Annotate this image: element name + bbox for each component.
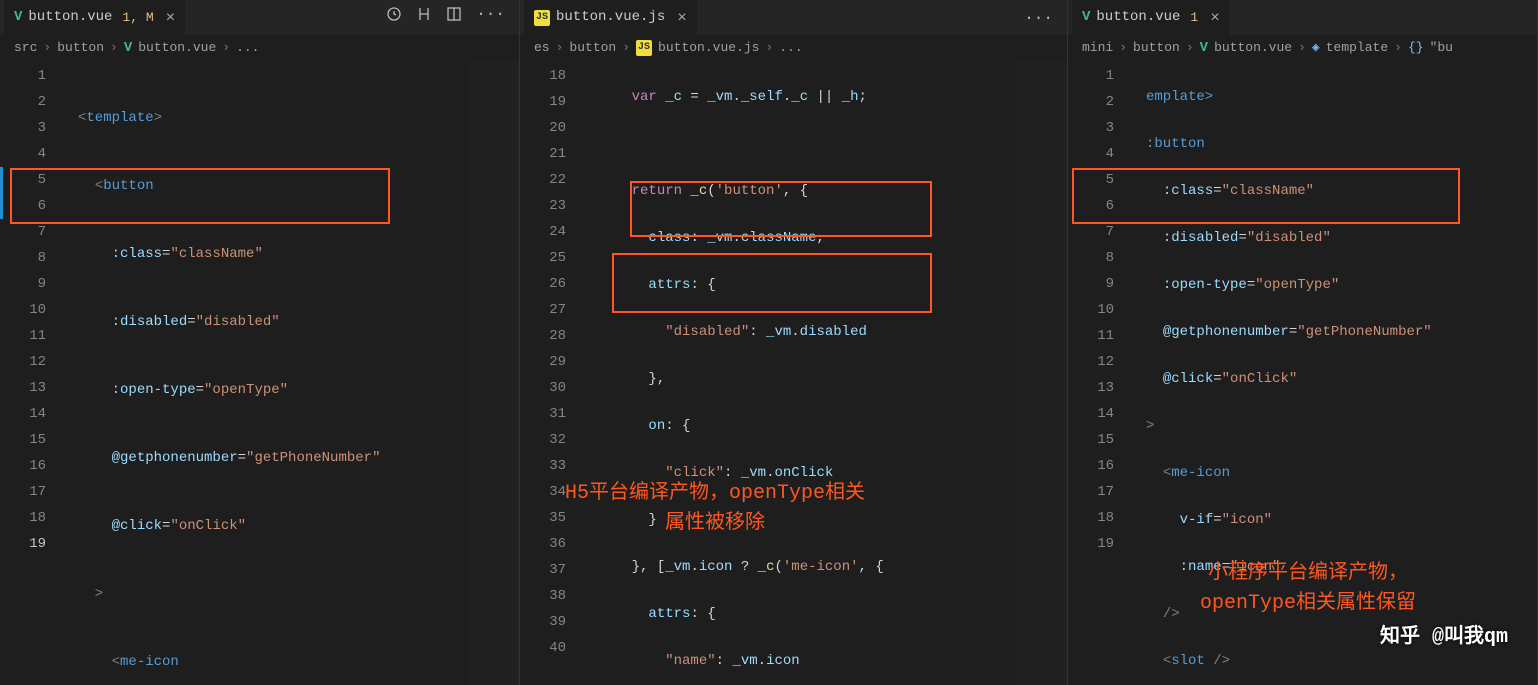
code-editor[interactable]: 1234 56 78910 11121314 15161718 19 <temp… — [0, 61, 519, 685]
tab-bar: V button.vue 1 × — [1068, 0, 1537, 35]
editor-pane-middle: JS button.vue.js × ··· es› button› JSbut… — [520, 0, 1068, 685]
more-icon[interactable]: ··· — [476, 6, 505, 30]
minimap[interactable] — [469, 61, 519, 685]
breadcrumb[interactable]: es› button› JSbutton.vue.js› ... — [520, 35, 1067, 61]
close-icon[interactable]: × — [1210, 10, 1220, 26]
line-gutter: 1234 5678 9101112 13141516 171819 — [1068, 61, 1132, 557]
breadcrumb[interactable]: mini› button› Vbutton.vue› ◈template› {}… — [1068, 35, 1537, 61]
breadcrumb[interactable]: src› button› Vbutton.vue› ... — [0, 35, 519, 61]
editor-pane-left: V button.vue 1, M × ··· src› button› Vbu… — [0, 0, 520, 685]
line-gutter: 1234 56 78910 11121314 15161718 19 — [0, 61, 64, 557]
tab-label: button.vue.js — [556, 7, 665, 28]
close-icon[interactable]: × — [166, 10, 176, 26]
minimap[interactable] — [1017, 61, 1067, 685]
code-content[interactable]: <template> <button :class="className" :d… — [78, 61, 519, 685]
tab-button-vue[interactable]: V button.vue 1 × — [1072, 0, 1231, 35]
tab-label: button.vue — [28, 7, 112, 28]
close-icon[interactable]: × — [677, 10, 687, 26]
tab-label: button.vue — [1096, 7, 1180, 28]
vue-icon: V — [1082, 7, 1090, 28]
tab-bar: V button.vue 1, M × ··· — [0, 0, 519, 35]
compare-icon[interactable] — [416, 6, 432, 30]
tab-modified-indicator: 1, M — [122, 8, 153, 28]
tab-modified-indicator: 1 — [1190, 8, 1198, 28]
history-icon[interactable] — [386, 6, 402, 30]
code-content[interactable]: emplate> :button :class="className" :dis… — [1146, 61, 1537, 685]
js-icon: JS — [534, 10, 550, 26]
editor-pane-right: V button.vue 1 × mini› button› Vbutton.v… — [1068, 0, 1538, 685]
tab-button-vue-js[interactable]: JS button.vue.js × — [524, 0, 698, 35]
code-editor[interactable]: 18192021 22232425 26272829 30313233 3435… — [520, 61, 1067, 685]
tab-button-vue[interactable]: V button.vue 1, M × — [4, 0, 186, 35]
split-editor-icon[interactable] — [446, 6, 462, 30]
code-content[interactable]: var _c = _vm._self._c || _h; return _c('… — [598, 61, 1067, 685]
code-editor[interactable]: 1234 5678 9101112 13141516 171819 emplat… — [1068, 61, 1537, 685]
line-gutter: 18192021 22232425 26272829 30313233 3435… — [520, 61, 584, 661]
more-icon[interactable]: ··· — [1024, 6, 1053, 30]
editor-toolbar: ··· — [386, 6, 515, 30]
vue-icon: V — [14, 7, 22, 28]
tab-bar: JS button.vue.js × ··· — [520, 0, 1067, 35]
